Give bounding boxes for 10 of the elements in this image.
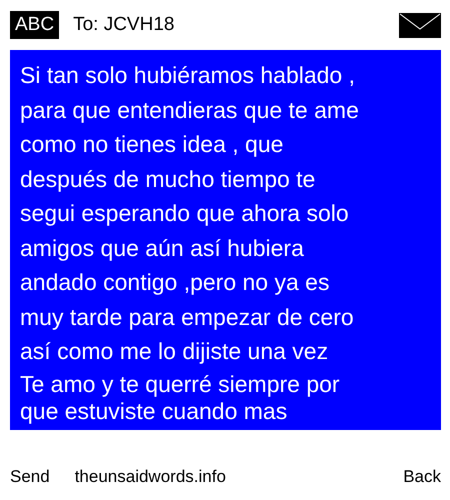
recipient-label: To: JCVH18: [73, 14, 176, 36]
envelope-icon: [399, 12, 441, 38]
website-label: theunsaidwords.info: [74, 467, 227, 487]
input-mode-indicator: ABC: [10, 11, 60, 39]
send-softkey[interactable]: Send: [10, 467, 50, 487]
message-text-overlay: Te amo y te querré siempre por: [20, 370, 340, 398]
message-text-continuation: que estuviste cuando mas: [20, 398, 288, 424]
back-softkey[interactable]: Back: [403, 467, 441, 487]
message-box[interactable]: [10, 50, 441, 430]
message-text: Si tan solo hubiéramos hablado , para que entendieras que te ame como no tienes idea , que después de mucho tiempo te segui esperando que ahora solo amigos que aún así hubiera andado contigo ,pero no ya es muy tarde para empezar de cero así como me lo dijiste una vez: [19, 61, 360, 366]
